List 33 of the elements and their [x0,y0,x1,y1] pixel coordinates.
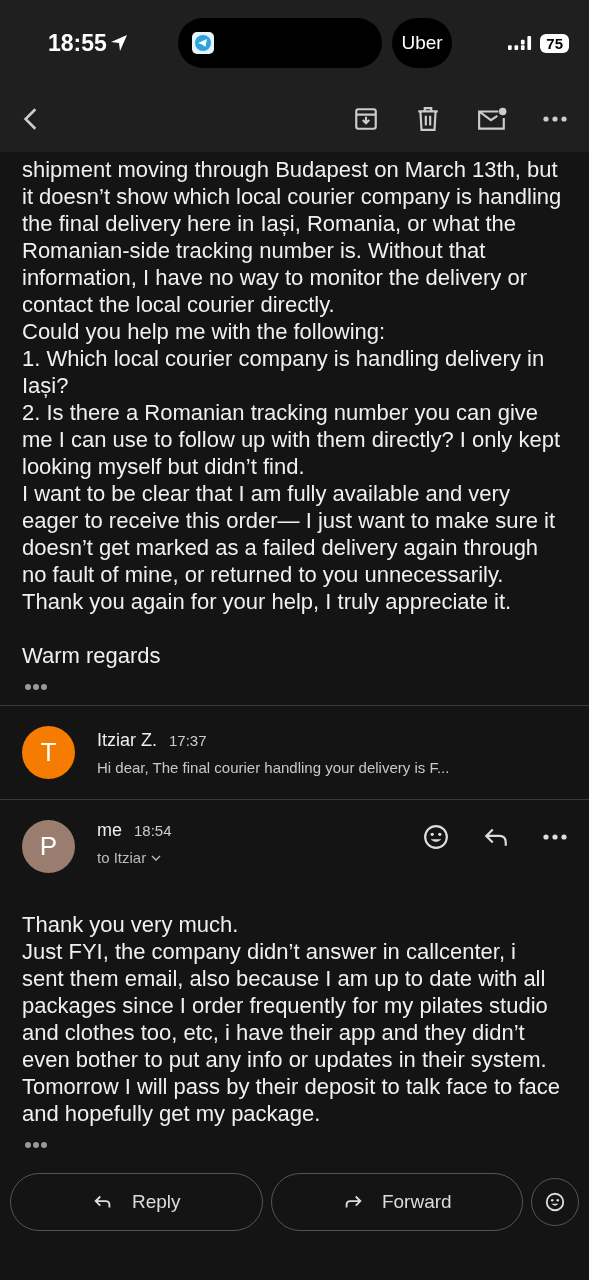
avatar: T [22,726,75,779]
mark-unread-icon[interactable] [477,106,507,132]
avatar: P [22,820,75,873]
message-paragraph: I want to be clear that I am fully available and very eager to receive this order— I just want to make sure it doesn’t get marked as a failed delivery again through no fault of mine, or returned to you unnecessarily. [22,480,557,588]
message-paragraph: shipment moving through Budapest on March 13th, but it doesn’t show which local courier company is handling the final delivery here in Iași, Romania, or what the Romanian-side tracking number is. Without that information, I have no way to monitor the delivery or contact the local courier directly. [22,156,562,318]
sender-name: me [97,820,122,841]
message-paragraph: 2. Is there a Romanian tracking number you can give me I can use to follow up with them directly? I only kept looking myself but didn’t find. [22,399,562,480]
collapsed-message[interactable]: T Itziar Z. 17:37 Hi dear, The final courier handling your delivery is F... [0,705,589,800]
app-pill: Uber [392,18,452,68]
message-snippet: Hi dear, The final courier handling your delivery is F... [97,758,450,776]
clock-time: 18:55 [48,29,107,57]
message-paragraph: 1. Which local courier company is handling delivery in Iași? [22,345,546,399]
emoji-icon[interactable] [423,824,449,850]
message-signoff: Warm regards [22,642,162,669]
more-icon[interactable] [543,833,567,841]
sender-name: Itziar Z. [97,729,157,751]
message-paragraph: Just FYI, the company didn’t answer in callcenter, i sent them email, also because I am up to date with all packages since I order frequently for my pilates studio and clothes too, etc, i have their app and they didn’t even bother to put any info or updates in their system. Tomorrow I will pass by their deposit to talk face to face and hopefully get my package. [22,938,561,1127]
show-trimmed-icon[interactable] [24,1141,48,1149]
message-time: 17:37 [169,731,207,749]
show-trimmed-icon[interactable] [24,683,48,691]
delete-icon[interactable] [415,106,441,132]
paper-plane-app-icon [192,32,214,54]
battery-level: 75 [540,33,569,53]
signal-icon [508,35,533,51]
message-paragraph: Could you help me with the following: [22,318,387,345]
message-paragraph: Thank you very much. [22,911,240,938]
archive-icon[interactable] [353,106,379,132]
recipient-dropdown[interactable]: to Itziar [97,849,172,866]
message-time: 18:54 [134,822,172,839]
message-paragraph: Thank you again for your help, I truly appreciate it. [22,588,513,615]
chevron-down-icon [151,854,162,861]
emoji-icon [544,1191,566,1213]
more-icon[interactable] [543,115,567,123]
